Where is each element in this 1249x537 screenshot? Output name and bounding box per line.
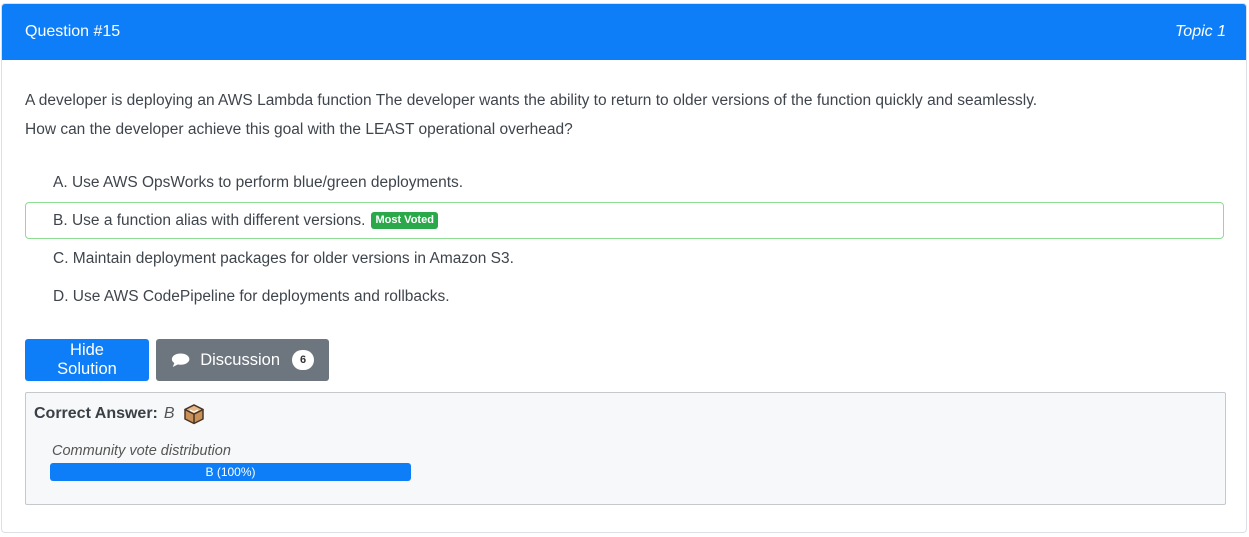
- discussion-button[interactable]: Discussion 6: [156, 339, 329, 381]
- most-voted-badge: Most Voted: [371, 212, 438, 229]
- action-buttons: Hide Solution Discussion 6: [25, 339, 1224, 381]
- chat-bubble-icon: [171, 353, 190, 367]
- box-icon: [183, 404, 204, 425]
- discussion-label: Discussion: [200, 350, 280, 369]
- choice-c[interactable]: C. Maintain deployment packages for olde…: [25, 240, 1224, 277]
- choice-label: B. Use a function alias with different v…: [53, 211, 366, 229]
- card-header: Question #15 Topic 1: [2, 4, 1246, 60]
- correct-answer-line: Correct Answer: B: [34, 403, 1217, 425]
- vote-bar-fill: B (100%): [50, 463, 411, 481]
- choice-label: C. Maintain deployment packages for olde…: [53, 249, 514, 267]
- question-text: A developer is deploying an AWS Lambda f…: [25, 86, 1224, 144]
- choice-d[interactable]: D. Use AWS CodePipeline for deployments …: [25, 278, 1224, 315]
- choice-label: D. Use AWS CodePipeline for deployments …: [53, 287, 450, 305]
- vote-distribution-bar: B (100%): [50, 463, 411, 481]
- topic-label: Topic 1: [1175, 23, 1226, 40]
- choices-list: A. Use AWS OpsWorks to perform blue/gree…: [25, 164, 1224, 315]
- question-line-1: A developer is deploying an AWS Lambda f…: [25, 92, 1038, 109]
- question-number: Question #15: [25, 23, 121, 40]
- choice-a[interactable]: A. Use AWS OpsWorks to perform blue/gree…: [25, 164, 1224, 201]
- correct-answer-label: Correct Answer:: [34, 405, 158, 422]
- card-body: A developer is deploying an AWS Lambda f…: [2, 86, 1246, 505]
- vote-distribution-title: Community vote distribution: [52, 443, 231, 459]
- choice-label: A. Use AWS OpsWorks to perform blue/gree…: [53, 173, 464, 191]
- correct-answer-value: B: [163, 405, 175, 422]
- choice-b[interactable]: B. Use a function alias with different v…: [25, 202, 1224, 239]
- hide-solution-button[interactable]: Hide Solution: [25, 339, 149, 381]
- discussion-count-badge: 6: [292, 350, 314, 370]
- question-line-2: How can the developer achieve this goal …: [25, 121, 573, 138]
- question-card: Question #15 Topic 1 A developer is depl…: [1, 3, 1247, 533]
- answer-box: Correct Answer: B Community vote distrib…: [25, 392, 1226, 505]
